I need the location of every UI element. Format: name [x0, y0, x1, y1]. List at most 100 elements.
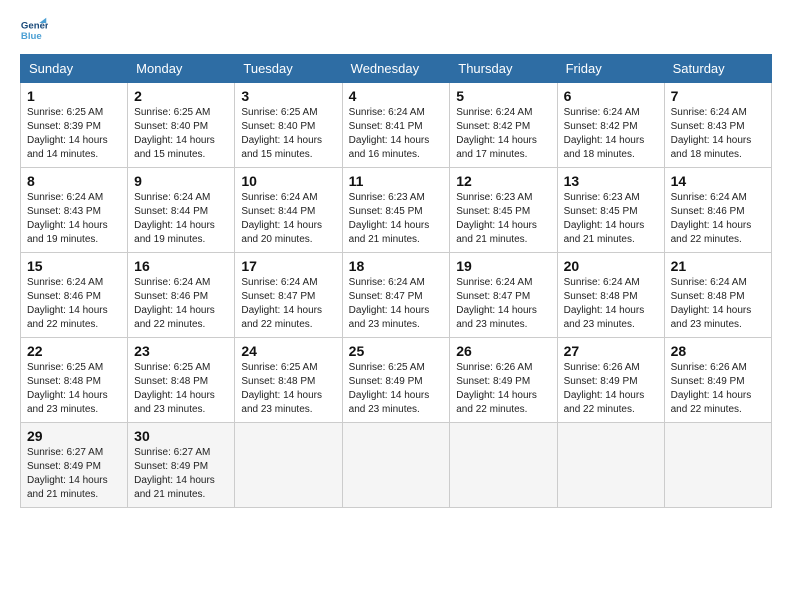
calendar-cell: 20 Sunrise: 6:24 AMSunset: 8:48 PMDaylig… [557, 253, 664, 338]
day-info: Sunrise: 6:24 AMSunset: 8:44 PMDaylight:… [134, 191, 228, 247]
calendar-week-5: 29 Sunrise: 6:27 AMSunset: 8:49 PMDaylig… [21, 423, 772, 508]
calendar-header-thursday: Thursday [450, 55, 557, 83]
calendar-cell: 2 Sunrise: 6:25 AMSunset: 8:40 PMDayligh… [128, 83, 235, 168]
logo-icon: General Blue [20, 16, 48, 44]
day-info: Sunrise: 6:24 AMSunset: 8:48 PMDaylight:… [564, 276, 658, 332]
day-number: 15 [27, 258, 121, 274]
day-number: 20 [564, 258, 658, 274]
calendar-cell: 6 Sunrise: 6:24 AMSunset: 8:42 PMDayligh… [557, 83, 664, 168]
svg-text:Blue: Blue [21, 31, 42, 42]
calendar-week-4: 22 Sunrise: 6:25 AMSunset: 8:48 PMDaylig… [21, 338, 772, 423]
day-number: 16 [134, 258, 228, 274]
day-info: Sunrise: 6:24 AMSunset: 8:42 PMDaylight:… [564, 106, 658, 162]
calendar-cell: 3 Sunrise: 6:25 AMSunset: 8:40 PMDayligh… [235, 83, 342, 168]
day-info: Sunrise: 6:26 AMSunset: 8:49 PMDaylight:… [456, 361, 550, 417]
calendar-header-monday: Monday [128, 55, 235, 83]
day-info: Sunrise: 6:24 AMSunset: 8:47 PMDaylight:… [349, 276, 444, 332]
day-number: 11 [349, 173, 444, 189]
header: General Blue [20, 16, 772, 44]
day-info: Sunrise: 6:24 AMSunset: 8:42 PMDaylight:… [456, 106, 550, 162]
calendar-cell: 26 Sunrise: 6:26 AMSunset: 8:49 PMDaylig… [450, 338, 557, 423]
day-number: 6 [564, 88, 658, 104]
day-info: Sunrise: 6:23 AMSunset: 8:45 PMDaylight:… [564, 191, 658, 247]
calendar-cell: 27 Sunrise: 6:26 AMSunset: 8:49 PMDaylig… [557, 338, 664, 423]
day-number: 23 [134, 343, 228, 359]
calendar-cell: 17 Sunrise: 6:24 AMSunset: 8:47 PMDaylig… [235, 253, 342, 338]
day-info: Sunrise: 6:24 AMSunset: 8:48 PMDaylight:… [671, 276, 765, 332]
calendar-cell [557, 423, 664, 508]
calendar-cell: 14 Sunrise: 6:24 AMSunset: 8:46 PMDaylig… [664, 168, 771, 253]
day-number: 13 [564, 173, 658, 189]
day-info: Sunrise: 6:24 AMSunset: 8:46 PMDaylight:… [27, 276, 121, 332]
day-info: Sunrise: 6:24 AMSunset: 8:47 PMDaylight:… [456, 276, 550, 332]
day-number: 8 [27, 173, 121, 189]
day-info: Sunrise: 6:24 AMSunset: 8:41 PMDaylight:… [349, 106, 444, 162]
day-number: 5 [456, 88, 550, 104]
day-info: Sunrise: 6:27 AMSunset: 8:49 PMDaylight:… [134, 446, 228, 502]
day-info: Sunrise: 6:24 AMSunset: 8:44 PMDaylight:… [241, 191, 335, 247]
calendar-cell: 23 Sunrise: 6:25 AMSunset: 8:48 PMDaylig… [128, 338, 235, 423]
calendar-cell: 9 Sunrise: 6:24 AMSunset: 8:44 PMDayligh… [128, 168, 235, 253]
day-number: 3 [241, 88, 335, 104]
calendar-cell: 22 Sunrise: 6:25 AMSunset: 8:48 PMDaylig… [21, 338, 128, 423]
day-number: 17 [241, 258, 335, 274]
calendar-cell: 19 Sunrise: 6:24 AMSunset: 8:47 PMDaylig… [450, 253, 557, 338]
calendar-cell: 10 Sunrise: 6:24 AMSunset: 8:44 PMDaylig… [235, 168, 342, 253]
day-number: 19 [456, 258, 550, 274]
calendar-cell: 11 Sunrise: 6:23 AMSunset: 8:45 PMDaylig… [342, 168, 450, 253]
day-info: Sunrise: 6:25 AMSunset: 8:48 PMDaylight:… [134, 361, 228, 417]
calendar-week-2: 8 Sunrise: 6:24 AMSunset: 8:43 PMDayligh… [21, 168, 772, 253]
calendar-cell: 21 Sunrise: 6:24 AMSunset: 8:48 PMDaylig… [664, 253, 771, 338]
calendar-week-3: 15 Sunrise: 6:24 AMSunset: 8:46 PMDaylig… [21, 253, 772, 338]
calendar-cell: 29 Sunrise: 6:27 AMSunset: 8:49 PMDaylig… [21, 423, 128, 508]
calendar-header-wednesday: Wednesday [342, 55, 450, 83]
calendar-cell: 5 Sunrise: 6:24 AMSunset: 8:42 PMDayligh… [450, 83, 557, 168]
day-number: 22 [27, 343, 121, 359]
calendar-cell [342, 423, 450, 508]
day-info: Sunrise: 6:23 AMSunset: 8:45 PMDaylight:… [349, 191, 444, 247]
day-info: Sunrise: 6:27 AMSunset: 8:49 PMDaylight:… [27, 446, 121, 502]
calendar-cell [235, 423, 342, 508]
day-number: 21 [671, 258, 765, 274]
day-info: Sunrise: 6:24 AMSunset: 8:47 PMDaylight:… [241, 276, 335, 332]
calendar-cell: 30 Sunrise: 6:27 AMSunset: 8:49 PMDaylig… [128, 423, 235, 508]
day-info: Sunrise: 6:25 AMSunset: 8:39 PMDaylight:… [27, 106, 121, 162]
day-number: 28 [671, 343, 765, 359]
day-info: Sunrise: 6:25 AMSunset: 8:40 PMDaylight:… [241, 106, 335, 162]
day-number: 14 [671, 173, 765, 189]
calendar-cell: 24 Sunrise: 6:25 AMSunset: 8:48 PMDaylig… [235, 338, 342, 423]
calendar-cell: 18 Sunrise: 6:24 AMSunset: 8:47 PMDaylig… [342, 253, 450, 338]
calendar-cell: 15 Sunrise: 6:24 AMSunset: 8:46 PMDaylig… [21, 253, 128, 338]
calendar-cell: 28 Sunrise: 6:26 AMSunset: 8:49 PMDaylig… [664, 338, 771, 423]
day-number: 12 [456, 173, 550, 189]
day-info: Sunrise: 6:25 AMSunset: 8:48 PMDaylight:… [27, 361, 121, 417]
day-info: Sunrise: 6:25 AMSunset: 8:49 PMDaylight:… [349, 361, 444, 417]
day-info: Sunrise: 6:26 AMSunset: 8:49 PMDaylight:… [671, 361, 765, 417]
day-number: 27 [564, 343, 658, 359]
calendar-cell [664, 423, 771, 508]
calendar-cell: 4 Sunrise: 6:24 AMSunset: 8:41 PMDayligh… [342, 83, 450, 168]
day-number: 30 [134, 428, 228, 444]
day-number: 2 [134, 88, 228, 104]
day-number: 9 [134, 173, 228, 189]
calendar-cell: 12 Sunrise: 6:23 AMSunset: 8:45 PMDaylig… [450, 168, 557, 253]
calendar-cell: 16 Sunrise: 6:24 AMSunset: 8:46 PMDaylig… [128, 253, 235, 338]
day-info: Sunrise: 6:24 AMSunset: 8:46 PMDaylight:… [671, 191, 765, 247]
day-number: 26 [456, 343, 550, 359]
day-info: Sunrise: 6:24 AMSunset: 8:46 PMDaylight:… [134, 276, 228, 332]
calendar-cell: 7 Sunrise: 6:24 AMSunset: 8:43 PMDayligh… [664, 83, 771, 168]
calendar-header-friday: Friday [557, 55, 664, 83]
calendar-header-sunday: Sunday [21, 55, 128, 83]
calendar-week-1: 1 Sunrise: 6:25 AMSunset: 8:39 PMDayligh… [21, 83, 772, 168]
day-number: 18 [349, 258, 444, 274]
day-number: 4 [349, 88, 444, 104]
calendar-cell: 25 Sunrise: 6:25 AMSunset: 8:49 PMDaylig… [342, 338, 450, 423]
day-info: Sunrise: 6:24 AMSunset: 8:43 PMDaylight:… [671, 106, 765, 162]
calendar-header-tuesday: Tuesday [235, 55, 342, 83]
calendar-cell: 13 Sunrise: 6:23 AMSunset: 8:45 PMDaylig… [557, 168, 664, 253]
day-info: Sunrise: 6:24 AMSunset: 8:43 PMDaylight:… [27, 191, 121, 247]
day-number: 10 [241, 173, 335, 189]
day-number: 29 [27, 428, 121, 444]
day-info: Sunrise: 6:26 AMSunset: 8:49 PMDaylight:… [564, 361, 658, 417]
calendar-body: 1 Sunrise: 6:25 AMSunset: 8:39 PMDayligh… [21, 83, 772, 508]
